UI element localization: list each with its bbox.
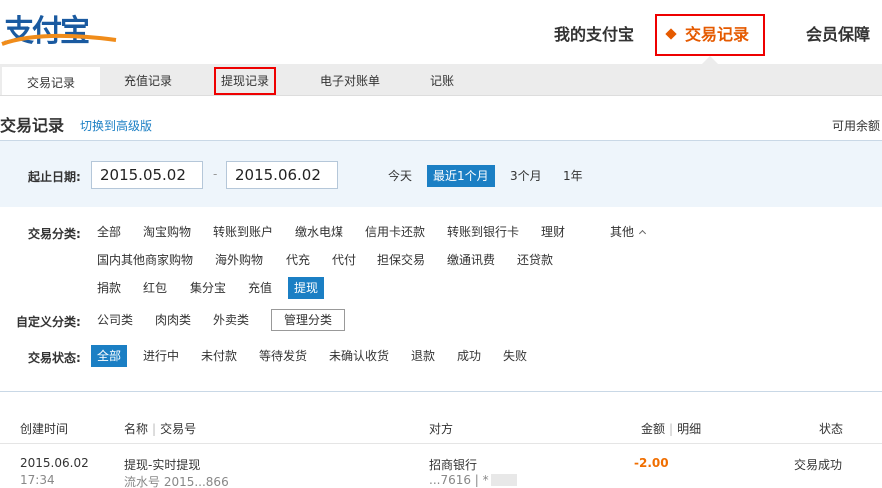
period-today[interactable]: 今天 [382, 165, 418, 187]
custom-takeout[interactable]: 外卖类 [207, 309, 255, 331]
status-all[interactable]: 全部 [91, 345, 128, 367]
tab-recharge-records[interactable]: 充值记录 [110, 67, 186, 95]
page-title: 交易记录 [0, 116, 65, 135]
category-donation[interactable]: 捐款 [91, 277, 127, 299]
sub-nav: 交易记录 充值记录 提现记录 电子对账单 记账 [0, 64, 882, 96]
category-finance[interactable]: 理财 [535, 221, 571, 243]
end-date-input[interactable] [226, 161, 338, 189]
category-withdraw[interactable]: 提现 [288, 277, 325, 299]
tab-trade-records[interactable]: 交易记录 [2, 67, 100, 95]
manage-categories-button[interactable]: 管理分类 [271, 309, 346, 331]
status-unconfirmed-receipt[interactable]: 未确认收货 [323, 345, 395, 367]
period-3-months[interactable]: 3个月 [504, 165, 548, 187]
logo-swoosh-icon [1, 33, 117, 46]
status-awaiting-shipment[interactable]: 等待发货 [253, 345, 313, 367]
nav-member-protection[interactable]: 会员保障 [806, 14, 870, 56]
category-utilities[interactable]: 缴水电煤 [289, 221, 349, 243]
category-jifenbao[interactable]: 集分宝 [184, 277, 232, 299]
start-date-input[interactable] [91, 161, 203, 189]
category-recharge-for[interactable]: 代充 [280, 249, 316, 271]
category-label: 交易分类: [28, 227, 81, 241]
nav-trade-records-label: 交易记录 [685, 25, 750, 44]
category-taobao[interactable]: 淘宝购物 [137, 221, 197, 243]
category-other-label: 其他 [610, 225, 635, 239]
col-amount: 金额 | 明细 [641, 422, 702, 436]
custom-category-label: 自定义分类: [16, 315, 81, 329]
switch-advanced-link[interactable]: 切换到高级版 [80, 117, 152, 134]
filter-panel: 起止日期: - 今天 最近1个月 3个月 1年 交易分类: 全部 淘宝购物 转账… [0, 140, 882, 392]
category-transfer-bank[interactable]: 转账到银行卡 [441, 221, 525, 243]
active-nav-caret-icon [702, 56, 718, 64]
category-recharge[interactable]: 充值 [242, 277, 278, 299]
nav-my-alipay[interactable]: 我的支付宝 [554, 14, 634, 56]
row-serial: 流水号 2015...866 [124, 475, 229, 488]
period-1-year[interactable]: 1年 [557, 165, 589, 187]
category-pay-for[interactable]: 代付 [326, 249, 362, 271]
tab-withdraw-records[interactable]: 提现记录 [214, 67, 276, 95]
category-other[interactable]: 其他 [604, 221, 651, 243]
row-name[interactable]: 提现-实时提现 [124, 456, 200, 473]
tab-e-statement[interactable]: 电子对账单 [310, 67, 390, 95]
col-trade-no: 交易号 [160, 422, 197, 436]
row-counterparty: 招商银行 [429, 458, 478, 472]
category-red-packet[interactable]: 红包 [137, 277, 173, 299]
category-telecom[interactable]: 缴通讯费 [441, 249, 501, 271]
row-status: 交易成功 [794, 458, 843, 472]
status-failed[interactable]: 失败 [497, 345, 533, 367]
date-label: 起止日期: [28, 170, 81, 184]
diamond-icon [665, 28, 677, 40]
col-name-label: 名称 [124, 422, 149, 436]
col-counterparty: 对方 [429, 422, 454, 436]
category-overseas[interactable]: 海外购物 [209, 249, 269, 271]
nav-trade-records[interactable]: 交易记录 [655, 14, 765, 56]
category-escrow[interactable]: 担保交易 [371, 249, 431, 271]
period-last-month[interactable]: 最近1个月 [427, 165, 495, 187]
col-detail: 明细 [677, 422, 702, 436]
category-domestic-merchant[interactable]: 国内其他商家购物 [91, 249, 199, 271]
row-date: 2015.06.02 [20, 456, 89, 470]
table-header: 创建时间 名称 | 交易号 对方 金额 | 明细 状态 [0, 412, 882, 444]
status-success[interactable]: 成功 [451, 345, 487, 367]
date-filter: 起止日期: - 今天 最近1个月 3个月 1年 [0, 141, 882, 207]
col-status: 状态 [819, 422, 844, 436]
status-label: 交易状态: [28, 351, 81, 365]
category-credit-card[interactable]: 信用卡还款 [359, 221, 431, 243]
redacted-blur [490, 474, 517, 486]
row-time: 17:34 [20, 473, 55, 487]
alipay-logo[interactable]: 支付宝 [0, 2, 120, 50]
header: 支付宝 我的支付宝 交易记录 会员保障 [0, 0, 882, 64]
category-loan[interactable]: 还贷款 [511, 249, 559, 271]
tab-bookkeeping[interactable]: 记账 [420, 67, 464, 95]
row-account: ...7616 | * [429, 473, 517, 487]
col-amount-label: 金额 [641, 422, 666, 436]
category-transfer-account[interactable]: 转账到账户 [207, 221, 279, 243]
available-balance-label: 可用余额 [831, 119, 880, 133]
category-all[interactable]: 全部 [91, 221, 127, 243]
col-name: 名称 | 交易号 [124, 422, 197, 436]
chevron-up-icon [638, 229, 647, 238]
custom-rourou[interactable]: 肉肉类 [149, 309, 197, 331]
table-row[interactable]: 2015.06.02 17:34 提现-实时提现 流水号 2015...866 … [0, 446, 882, 488]
status-refund[interactable]: 退款 [405, 345, 441, 367]
row-amount: -2.00 [634, 456, 669, 470]
col-created-time: 创建时间 [20, 422, 69, 436]
custom-company[interactable]: 公司类 [91, 309, 139, 331]
status-unpaid[interactable]: 未付款 [195, 345, 243, 367]
status-in-progress[interactable]: 进行中 [137, 345, 185, 367]
row-account-text: ...7616 | * [429, 473, 489, 487]
date-separator: - [213, 167, 218, 181]
